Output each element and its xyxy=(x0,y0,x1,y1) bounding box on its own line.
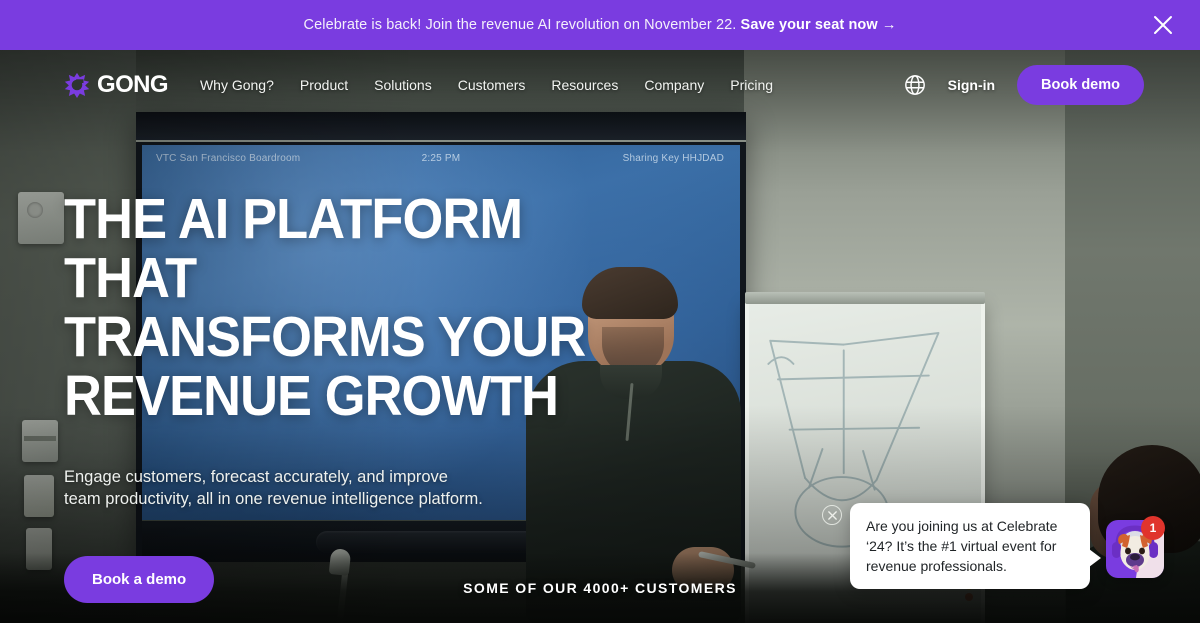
hero-headline-line-1: THE AI PLATFORM THAT xyxy=(64,187,523,310)
wall-switch-plate xyxy=(22,420,58,462)
primary-nav-links: Why Gong? Product Solutions Customers Re… xyxy=(200,77,773,93)
nav-link-company[interactable]: Company xyxy=(644,77,704,93)
nav-link-why-gong[interactable]: Why Gong? xyxy=(200,77,274,93)
promo-banner-close-button[interactable] xyxy=(1148,10,1178,40)
display-osd: VTC San Francisco Boardroom 2:25 PM Shar… xyxy=(142,153,740,169)
display-osd-time: 2:25 PM xyxy=(421,153,461,164)
chat-message-text: Are you joining us at Celebrate ‘24? It’… xyxy=(866,518,1058,574)
nav-right-actions: Sign-in Book demo xyxy=(904,65,1144,105)
promo-banner-message: Celebrate is back! Join the revenue AI r… xyxy=(303,17,737,33)
hero-subtitle-line-1: Engage customers, forecast accurately, a… xyxy=(64,468,448,486)
wall-switch-plate xyxy=(24,475,54,517)
close-icon xyxy=(1154,16,1172,34)
gong-logo[interactable]: GONG xyxy=(64,71,169,99)
signin-link[interactable]: Sign-in xyxy=(948,77,995,93)
hero-subtitle-line-2: team productivity, all in one revenue in… xyxy=(64,490,483,508)
promo-banner-link[interactable]: Save your seat now → xyxy=(741,17,897,33)
hero-subtitle: Engage customers, forecast accurately, a… xyxy=(64,466,504,510)
nav-link-customers[interactable]: Customers xyxy=(458,77,526,93)
wall-control-panel xyxy=(18,192,64,244)
gong-burst-logo-icon xyxy=(64,72,90,98)
promo-banner: Celebrate is back! Join the revenue AI r… xyxy=(0,0,1200,50)
hero-headline-line-2: TRANSFORMS YOUR xyxy=(64,305,586,369)
customers-label: SOME OF OUR 4000+ CUSTOMERS xyxy=(463,580,737,596)
main-navbar: GONG Why Gong? Product Solutions Custome… xyxy=(0,50,1200,120)
chat-close-icon xyxy=(827,510,837,520)
chat-dismiss-button[interactable] xyxy=(822,505,842,525)
chat-message-bubble[interactable]: Are you joining us at Celebrate ‘24? It’… xyxy=(850,503,1101,589)
book-demo-button[interactable]: Book demo xyxy=(1017,65,1144,105)
nav-link-pricing[interactable]: Pricing xyxy=(730,77,773,93)
chat-unread-badge: 1 xyxy=(1141,516,1165,540)
nav-link-product[interactable]: Product xyxy=(300,77,348,93)
hero-section: THE AI PLATFORM THAT TRANSFORMS YOUR REV… xyxy=(64,190,664,603)
hero-headline-line-3: REVENUE GROWTH xyxy=(64,364,559,428)
nav-link-resources[interactable]: Resources xyxy=(551,77,618,93)
promo-banner-text: Celebrate is back! Join the revenue AI r… xyxy=(304,17,897,33)
hero-headline: THE AI PLATFORM THAT TRANSFORMS YOUR REV… xyxy=(64,190,616,426)
display-osd-sharing-key: Sharing Key HHJDAD xyxy=(622,153,724,164)
gong-homepage: Celebrate is back! Join the revenue AI r… xyxy=(0,0,1200,623)
nav-link-solutions[interactable]: Solutions xyxy=(374,77,432,93)
gong-logo-text: GONG xyxy=(97,71,169,98)
globe-icon[interactable] xyxy=(904,74,926,96)
display-osd-room: VTC San Francisco Boardroom xyxy=(156,153,301,164)
